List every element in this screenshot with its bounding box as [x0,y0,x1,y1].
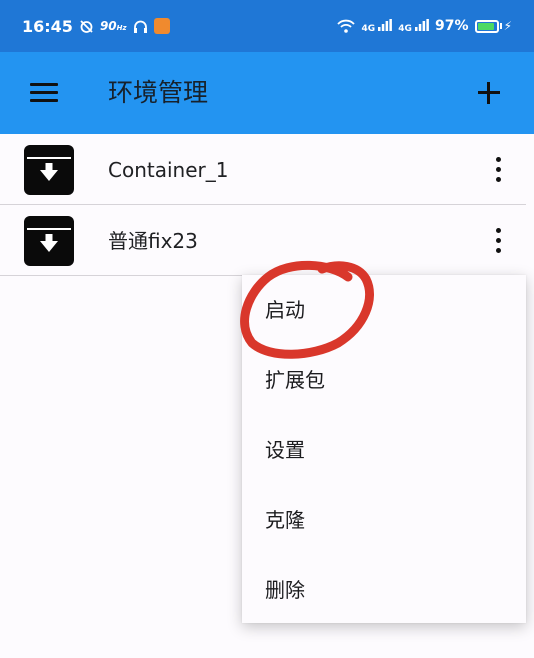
refresh-rate-unit: Hz [116,24,127,32]
status-left-group: 16:45 90Hz [22,0,170,52]
archive-box-download-icon [24,216,74,266]
network-type-1: 4G [361,23,376,34]
battery-percent: 97% [435,18,469,34]
refresh-rate-value: 90 [99,19,117,33]
signal-bars-icon [378,18,393,31]
page-title: 环境管理 [108,78,209,107]
archive-box-download-icon [24,145,74,195]
menu-item-clone[interactable]: 克隆 [242,485,526,555]
menu-item-extensions[interactable]: 扩展包 [242,345,526,415]
container-list-item[interactable]: 普通fix23 [0,206,526,276]
more-vertical-icon[interactable] [490,152,506,186]
menu-item-settings[interactable]: 设置 [242,415,526,485]
menu-item-delete[interactable]: 删除 [242,555,526,625]
status-time: 16:45 [22,16,73,36]
cell-signal-2: 4G [398,18,429,34]
wifi-icon [337,19,356,33]
cell-signal-1: 4G [361,18,393,34]
battery-tip [499,23,502,29]
status-bar: 16:45 90Hz 4G 4G 97% ⚡ [0,0,534,52]
headphones-icon [133,19,148,34]
menu-item-start[interactable]: 启动 [242,275,526,345]
battery-icon [474,19,499,33]
network-type-2: 4G [398,23,412,34]
app-bar: 环境管理 [0,52,534,134]
alarm-off-icon [79,19,94,34]
container-name: Container_1 [108,158,229,182]
signal-bars-icon [415,18,429,31]
battery-level-fill [477,22,494,30]
charging-icon: ⚡ [503,19,512,33]
hamburger-menu-icon[interactable] [30,83,58,103]
status-right-group: 4G 4G 97% ⚡ [337,0,512,52]
container-list-item[interactable]: Container_1 [0,135,526,205]
container-name: 普通fix23 [108,229,198,253]
more-vertical-icon[interactable] [490,223,506,257]
container-context-menu: 启动 扩展包 设置 克隆 删除 [242,275,526,623]
add-container-button[interactable] [478,82,500,104]
refresh-rate-indicator: 90Hz [100,19,127,33]
app-notification-icon [153,18,170,34]
